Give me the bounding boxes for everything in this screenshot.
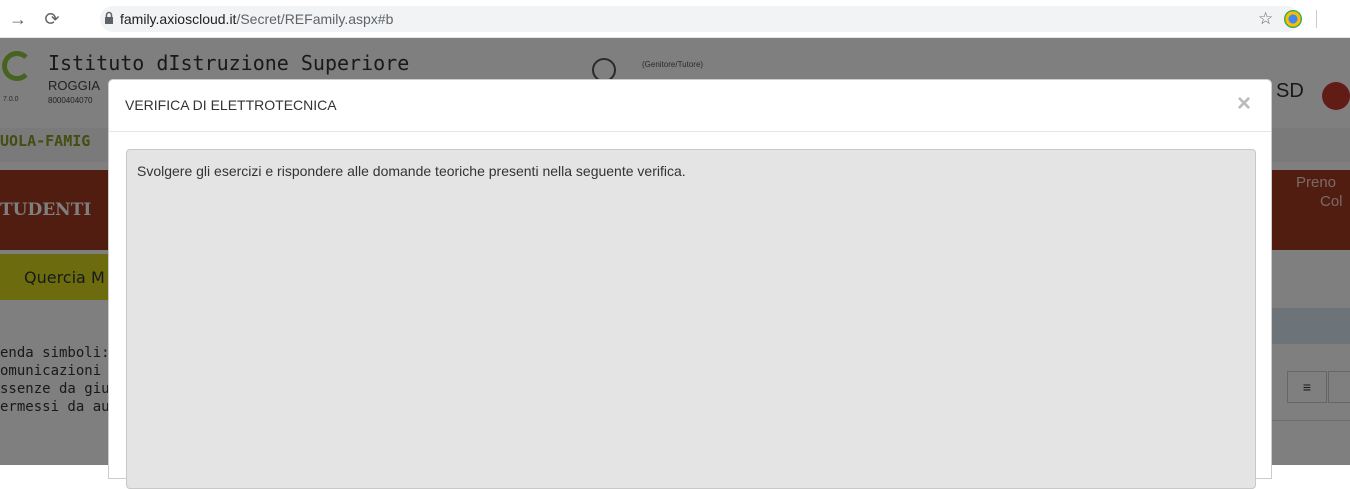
modal-description: Svolgere gli esercizi e rispondere alle … — [137, 163, 686, 179]
toolbar-divider — [1316, 10, 1317, 28]
url-text: family.axioscloud.it/Secret/REFamily.asp… — [120, 11, 393, 27]
lock-icon — [105, 11, 113, 24]
extension-icon[interactable] — [1284, 10, 1302, 28]
reload-icon[interactable]: ⟳ — [42, 9, 62, 29]
bookmark-star-icon[interactable]: ☆ — [1258, 9, 1273, 29]
modal-title: VERIFICA DI ELETTROTECNICA — [125, 97, 337, 113]
browser-toolbar: → ⟳ family.axioscloud.it/Secret/REFamily… — [0, 0, 1350, 38]
close-icon[interactable]: × — [1237, 90, 1251, 118]
modal-body: Svolgere gli esercizi e rispondere alle … — [126, 149, 1256, 489]
url-path: /Secret/REFamily.aspx#b — [236, 11, 394, 27]
url-host: family.axioscloud.it — [120, 11, 237, 27]
modal-header: VERIFICA DI ELETTROTECNICA × — [109, 80, 1271, 132]
forward-arrow-icon[interactable]: → — [8, 9, 28, 29]
verifica-modal: VERIFICA DI ELETTROTECNICA × Svolgere gl… — [108, 79, 1272, 489]
